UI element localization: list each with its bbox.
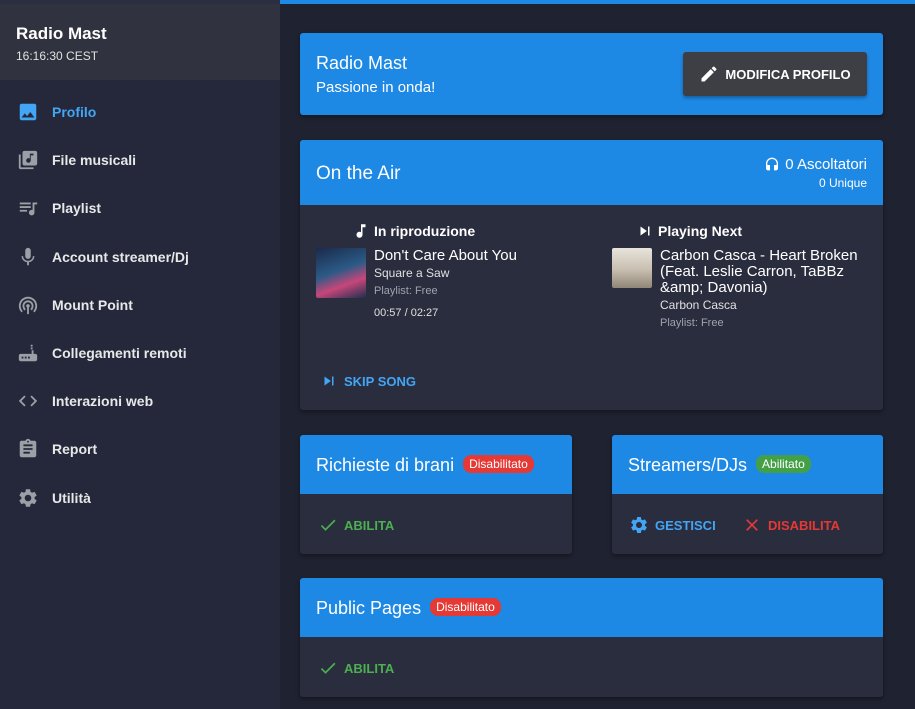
code-icon (16, 389, 40, 413)
now-playing-album-art (316, 248, 366, 298)
sidebar-item-profilo[interactable]: Profilo (0, 88, 280, 136)
playing-next-title: Carbon Casca - Heart Broken (Feat. Lesli… (660, 247, 858, 296)
on-air-header: On the Air 0 Ascoltatori 0 Unique (300, 140, 883, 205)
sidebar-item-label: File musicali (52, 152, 137, 169)
mic-icon (16, 245, 40, 269)
sidebar-item-account-streamer[interactable]: Account streamer/Dj (0, 233, 280, 281)
on-air-title: On the Air (316, 163, 401, 184)
sidebar: Radio Mast 16:16:30 CEST Profilo File mu… (0, 0, 280, 709)
check-icon (320, 519, 336, 531)
sidebar-item-label: Mount Point (52, 296, 133, 313)
sidebar-item-label: Report (52, 441, 98, 458)
sidebar-item-file-musicali[interactable]: File musicali (0, 136, 280, 184)
sidebar-item-report[interactable]: Report (0, 425, 280, 473)
settings-icon (16, 486, 40, 510)
manage-streamers-button[interactable]: GESTISCI (629, 515, 716, 535)
skip-song-button[interactable]: SKIP SONG (320, 372, 416, 390)
headphones-icon (766, 157, 779, 170)
song-requests-card: Richieste di brani Disabilitato ABILITA (300, 435, 572, 554)
disable-streamers-label: DISABILITA (768, 517, 840, 533)
clipboard-icon (16, 437, 40, 461)
broadcast-icon (16, 293, 40, 317)
enable-requests-button[interactable]: ABILITA (318, 515, 394, 535)
now-playing-artist: Square a Saw (374, 266, 450, 280)
sidebar-item-label: Utilità (52, 489, 91, 506)
now-playing-title: Don't Care About You (374, 247, 517, 264)
library-music-icon (16, 148, 40, 172)
check-icon (320, 662, 336, 674)
skip-song-label: SKIP SONG (344, 373, 417, 389)
sidebar-nav: Profilo File musicali Playlist Account s… (0, 88, 280, 522)
queue-music-icon (16, 196, 40, 220)
now-playing-playlist: Playlist: Free (374, 285, 438, 297)
sidebar-item-playlist[interactable]: Playlist (0, 184, 280, 232)
close-icon (746, 519, 758, 531)
profile-name: Radio Mast (316, 53, 408, 73)
playing-next-heading: Playing Next (658, 223, 743, 239)
sidebar-item-label: Profilo (52, 104, 97, 121)
sidebar-header: Radio Mast 16:16:30 CEST (0, 0, 280, 80)
sidebar-item-label: Account streamer/Dj (52, 248, 189, 265)
edit-profile-label: MODIFICA PROFILO (725, 66, 851, 82)
status-badge: Disabilitato (463, 455, 534, 474)
song-requests-header: Richieste di brani Disabilitato (300, 435, 572, 494)
playing-next-playlist: Playlist: Free (660, 317, 724, 329)
station-time: 16:16:30 CEST (16, 49, 99, 63)
streamers-card: Streamers/DJs Abilitato GESTISCI DISABIL… (612, 435, 883, 554)
image-icon (16, 100, 40, 124)
edit-profile-button[interactable]: MODIFICA PROFILO (683, 52, 867, 96)
now-playing-elapsed: 00:57 / 02:27 (374, 307, 439, 319)
playing-next-artist: Carbon Casca (660, 298, 737, 312)
sidebar-item-label: Playlist (52, 200, 102, 217)
profile-card: Radio Mast Passione in onda! MODIFICA PR… (300, 33, 883, 115)
unique-listeners: 0 Unique (818, 176, 867, 190)
skip-next-icon (324, 376, 334, 386)
music-note-icon (356, 224, 366, 238)
playing-next-album-art (612, 248, 652, 288)
router-icon (16, 341, 40, 365)
station-name: Radio Mast (16, 24, 107, 43)
status-badge: Disabilitato (430, 598, 501, 617)
enable-public-pages-label: ABILITA (344, 660, 395, 676)
listeners-info: 0 Ascoltatori 0 Unique (764, 156, 867, 190)
manage-streamers-label: GESTISCI (655, 517, 716, 533)
streamers-header: Streamers/DJs Abilitato (612, 435, 883, 494)
gear-icon (631, 517, 647, 533)
listeners-count: 0 Ascoltatori (785, 156, 867, 173)
profile-tagline: Passione in onda! (316, 79, 436, 96)
sidebar-item-interazioni-web[interactable]: Interazioni web (0, 377, 280, 425)
public-pages-title: Public Pages (316, 598, 422, 618)
on-air-card: On the Air 0 Ascoltatori 0 Unique In rip… (300, 140, 883, 410)
disable-streamers-button[interactable]: DISABILITA (742, 515, 840, 535)
public-pages-card: Public Pages Disabilitato ABILITA (300, 578, 883, 697)
song-requests-title: Richieste di brani (316, 455, 455, 475)
enable-requests-label: ABILITA (344, 517, 395, 533)
sidebar-top-edge (0, 0, 280, 4)
enable-public-pages-button[interactable]: ABILITA (318, 658, 394, 678)
sidebar-item-label: Interazioni web (52, 393, 154, 410)
public-pages-header: Public Pages Disabilitato (300, 578, 883, 637)
status-badge: Abilitato (756, 455, 811, 474)
streamers-title: Streamers/DJs (628, 455, 748, 475)
now-playing: In riproduzione Don't Care About You Squ… (316, 222, 576, 319)
now-playing-heading: In riproduzione (374, 223, 476, 239)
playing-next: Playing Next Carbon Casca - Heart Broken… (612, 222, 872, 329)
sidebar-item-collegamenti-remoti[interactable]: Collegamenti remoti (0, 329, 280, 377)
sidebar-item-mount-point[interactable]: Mount Point (0, 281, 280, 329)
pencil-icon (701, 66, 717, 82)
sidebar-item-utilita[interactable]: Utilità (0, 474, 280, 522)
skip-next-icon (640, 226, 650, 236)
sidebar-item-label: Collegamenti remoti (52, 345, 187, 362)
